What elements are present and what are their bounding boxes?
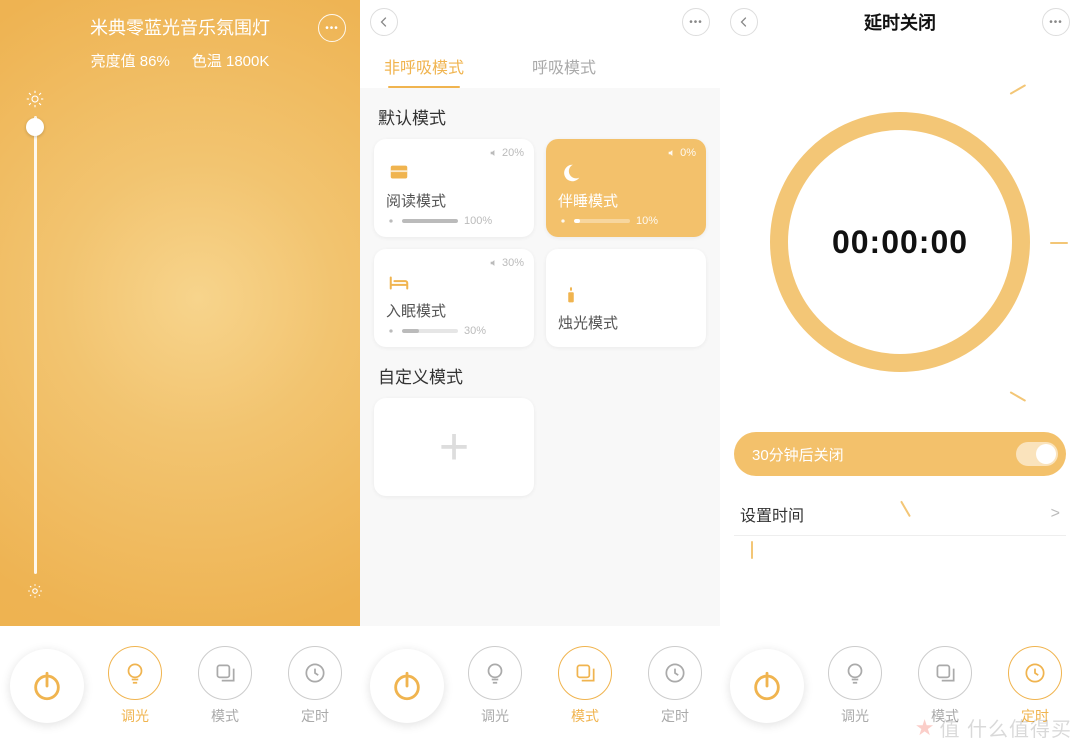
chevron-right-icon: > bbox=[1051, 505, 1060, 523]
brightness-slider[interactable] bbox=[26, 90, 44, 600]
nav-label: 模式 bbox=[211, 706, 239, 726]
page-title: 延时关闭 bbox=[864, 9, 936, 35]
nav-label: 定时 bbox=[301, 706, 329, 726]
screen-modes: ••• 非呼吸模式 呼吸模式 默认模式 20% 阅读模式 100% 0% 伴睡模式 10%… bbox=[360, 0, 720, 746]
volume-badge: 0% bbox=[667, 147, 696, 159]
more-button[interactable]: ••• bbox=[1042, 8, 1070, 36]
countdown-dial[interactable]: 00:00:00 bbox=[770, 112, 1030, 372]
header: ••• bbox=[360, 0, 720, 44]
brightness-readout: 亮度值 86% bbox=[91, 50, 170, 71]
mode-name: 烛光模式 bbox=[558, 312, 694, 333]
back-button[interactable] bbox=[370, 8, 398, 36]
more-button[interactable]: ••• bbox=[682, 8, 710, 36]
volume-badge: 20% bbox=[489, 147, 524, 159]
countdown-time: 00:00:00 bbox=[832, 224, 968, 261]
power-button[interactable] bbox=[370, 649, 444, 723]
nav-label: 模式 bbox=[571, 706, 599, 726]
mode-brightness: 100% bbox=[386, 215, 522, 227]
mode-card[interactable]: 烛光模式 bbox=[546, 249, 706, 347]
nav-dimming[interactable]: 调光 bbox=[456, 646, 534, 726]
header: 米典零蓝光音乐氛围灯 ••• 亮度值 86% 色温 1800K bbox=[0, 0, 360, 75]
nav-mode[interactable]: 模式 bbox=[186, 646, 264, 726]
nav-dimming[interactable]: 调光 bbox=[96, 646, 174, 726]
bottom-nav: 调光 模式 定时 bbox=[0, 626, 360, 746]
mode-tabs: 非呼吸模式 呼吸模式 bbox=[360, 44, 720, 88]
mode-cards: 20% 阅读模式 100% 0% 伴睡模式 10% 30% 入眠模式 30% 烛光模式 bbox=[360, 139, 720, 347]
power-button[interactable] bbox=[10, 649, 84, 723]
nav-label: 模式 bbox=[931, 706, 959, 726]
toggle-switch[interactable] bbox=[1016, 442, 1058, 466]
moon-icon bbox=[558, 162, 584, 184]
color-temp-readout: 色温 1800K bbox=[192, 50, 270, 71]
back-button[interactable] bbox=[730, 8, 758, 36]
more-button[interactable]: ••• bbox=[318, 14, 346, 42]
bed-icon bbox=[386, 272, 412, 294]
device-title: 米典零蓝光音乐氛围灯 bbox=[16, 14, 344, 40]
volume-badge: 30% bbox=[489, 257, 524, 269]
header: 延时关闭 ••• bbox=[720, 0, 1080, 44]
set-time-row[interactable]: 设置时间 > bbox=[734, 492, 1066, 536]
nav-timer[interactable]: 定时 bbox=[636, 646, 714, 726]
slider-track[interactable] bbox=[34, 116, 37, 574]
nav-label: 定时 bbox=[1021, 706, 1049, 726]
preset-30min-row[interactable]: 30分钟后关闭 bbox=[734, 432, 1066, 476]
mode-brightness: 30% bbox=[386, 325, 522, 337]
nav-timer[interactable]: 定时 bbox=[276, 646, 354, 726]
mode-card[interactable]: 0% 伴睡模式 10% bbox=[546, 139, 706, 237]
mode-name: 入眠模式 bbox=[386, 300, 522, 321]
slider-knob[interactable] bbox=[26, 118, 44, 136]
sun-dim-icon bbox=[26, 582, 44, 600]
nav-label: 调光 bbox=[841, 706, 869, 726]
nav-label: 调光 bbox=[121, 706, 149, 726]
screen-timer: 延时关闭 ••• 00:00:00 30分钟后关闭 设置时间 > 调光 模式 bbox=[720, 0, 1080, 746]
mode-name: 伴睡模式 bbox=[558, 190, 694, 211]
tab-breath[interactable]: 呼吸模式 bbox=[528, 48, 600, 84]
nav-mode[interactable]: 模式 bbox=[546, 646, 624, 726]
mode-name: 阅读模式 bbox=[386, 190, 522, 211]
candle-icon bbox=[558, 284, 584, 306]
section-default-title: 默认模式 bbox=[360, 88, 720, 139]
mode-brightness: 10% bbox=[558, 215, 694, 227]
sun-bright-icon bbox=[26, 90, 44, 108]
add-mode-button[interactable]: + bbox=[374, 398, 534, 496]
nav-mode[interactable]: 模式 bbox=[906, 646, 984, 726]
set-time-label: 设置时间 bbox=[740, 502, 804, 526]
preset-label: 30分钟后关闭 bbox=[752, 444, 844, 465]
bottom-nav: 调光 模式 定时 bbox=[720, 626, 1080, 746]
screen-dimming: 米典零蓝光音乐氛围灯 ••• 亮度值 86% 色温 1800K 调光 模式 bbox=[0, 0, 360, 746]
nav-timer[interactable]: 定时 bbox=[996, 646, 1074, 726]
tab-nonbreath[interactable]: 非呼吸模式 bbox=[380, 48, 468, 84]
mode-card[interactable]: 20% 阅读模式 100% bbox=[374, 139, 534, 237]
bottom-nav: 调光 模式 定时 bbox=[360, 626, 720, 746]
nav-label: 调光 bbox=[481, 706, 509, 726]
mode-card[interactable]: 30% 入眠模式 30% bbox=[374, 249, 534, 347]
book-icon bbox=[386, 162, 412, 184]
section-custom-title: 自定义模式 bbox=[360, 347, 720, 398]
nav-dimming[interactable]: 调光 bbox=[816, 646, 894, 726]
power-button[interactable] bbox=[730, 649, 804, 723]
nav-label: 定时 bbox=[661, 706, 689, 726]
